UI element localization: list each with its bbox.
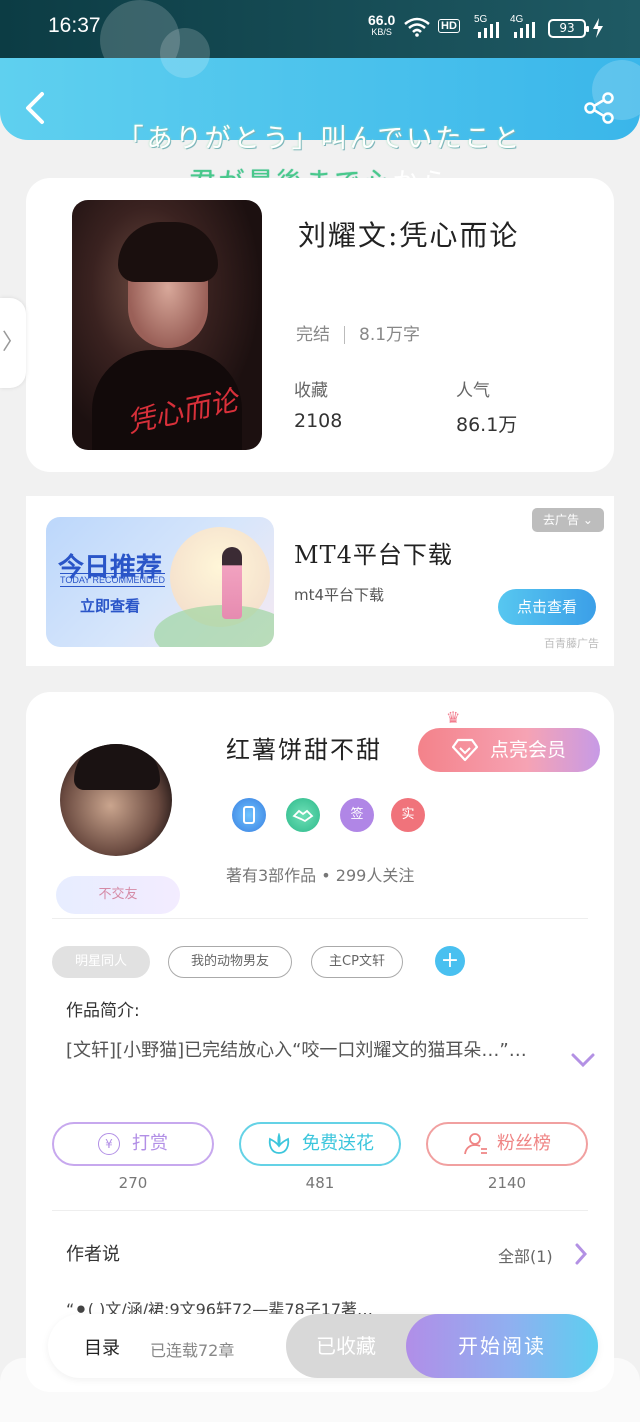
yen-icon: ¥ <box>98 1133 120 1155</box>
reward-count: 270 <box>118 1174 148 1192</box>
ad-title: MT4平台下载 <box>294 541 453 569</box>
book-status: 完结 <box>296 325 330 345</box>
ad-description: mt4平台下载 <box>294 586 385 604</box>
vip-button-label: 点亮会员 <box>490 739 567 761</box>
divider <box>52 1210 588 1211</box>
user-icon <box>464 1133 487 1155</box>
book-word-count: 8.1万字 <box>359 325 421 345</box>
ad-source-label: 百青藤广告 <box>544 637 599 650</box>
chevron-down-icon[interactable] <box>570 1050 596 1070</box>
author-avatar[interactable] <box>60 744 172 856</box>
battery-level: 93 <box>559 21 575 35</box>
ad-view-button[interactable]: 点击查看 <box>498 589 596 625</box>
lyric-overlay-line1: 「ありがとう」叫んでいたこと <box>117 124 523 154</box>
table-of-contents-button[interactable]: 目录 <box>84 1334 120 1360</box>
status-bar: 16:37 66.0 KB/S HD 5G 4G 93 <box>0 0 640 80</box>
add-tag-button[interactable]: + <box>435 946 465 976</box>
phone-badge-icon[interactable] <box>232 798 266 832</box>
network-speed: 66.0 KB/S <box>368 12 396 37</box>
book-status-line: 完结 8.1万字 <box>296 320 420 345</box>
popularity-count: 86.1万 <box>456 414 518 436</box>
vip-button[interactable]: 点亮会员 <box>418 728 600 772</box>
divider <box>52 918 588 919</box>
author-stats: 著有3部作品 • 299人关注 <box>226 866 415 885</box>
reward-button[interactable]: ¥ 打赏 <box>52 1122 214 1166</box>
signal-icon <box>514 22 535 38</box>
status-time: 16:37 <box>48 14 101 37</box>
tag-animal-boyfriend[interactable]: 我的动物男友 <box>168 946 292 978</box>
intro-text: [文轩][小野猫]已完结放心入“咬一口刘耀文的猫耳朵…”… <box>66 1040 527 1061</box>
verified-badge[interactable]: 实 <box>391 798 425 832</box>
send-flower-button[interactable]: 免费送花 <box>239 1122 401 1166</box>
ad-image-figure <box>222 547 242 619</box>
handshake-badge-icon[interactable] <box>286 798 320 832</box>
signed-badge[interactable]: 签 <box>340 798 374 832</box>
decorative-bubble <box>160 28 210 78</box>
author-notes-label: 作者说 <box>66 1244 120 1265</box>
fans-ranking-button[interactable]: 粉丝榜 <box>426 1122 588 1166</box>
fans-count: 2140 <box>487 1174 527 1192</box>
crown-icon: ♛ <box>446 708 461 727</box>
flower-icon <box>268 1132 290 1154</box>
collect-count: 2108 <box>294 410 343 432</box>
hd-icon: HD <box>438 19 460 33</box>
cover-figure-hair <box>118 222 218 282</box>
intro-label: 作品简介: <box>66 1001 140 1021</box>
chevron-right-icon[interactable] <box>574 1242 588 1266</box>
book-title: 刘耀文:凭心而论 <box>298 219 520 252</box>
wifi-icon <box>404 17 430 37</box>
avatar-hair <box>74 744 160 790</box>
diamond-icon <box>452 738 478 762</box>
tag-main-cp[interactable]: 主CP文轩 <box>311 946 403 978</box>
ad-image-hill <box>154 605 274 647</box>
tag-celebrity-fanfic[interactable]: 明星同人 <box>52 946 150 978</box>
start-reading-button[interactable]: 开始阅读 <box>406 1314 598 1378</box>
book-cover[interactable]: 凭心而论 <box>72 200 262 450</box>
charging-icon <box>593 18 603 38</box>
battery-icon: 93 <box>548 19 589 38</box>
remove-ad-button[interactable]: 去广告 ⌄ <box>532 508 604 532</box>
author-name[interactable]: 红薯饼甜不甜 <box>226 730 382 765</box>
ad-image[interactable]: 今日推荐 TODAY RECOMMENDED 立即查看 <box>46 517 274 647</box>
friend-status-tag: 不交友 <box>56 876 180 914</box>
ad-image-cta: 立即查看 <box>80 598 141 615</box>
collect-label: 收藏 <box>294 381 328 401</box>
ad-image-subtitle: TODAY RECOMMENDED <box>60 573 166 587</box>
signal-icon <box>478 22 499 38</box>
popularity-label: 人气 <box>456 381 490 401</box>
flower-count: 481 <box>305 1174 335 1192</box>
side-drawer-handle[interactable]: 〉 <box>0 298 26 388</box>
chapter-count[interactable]: 已连载72章 <box>150 1337 234 1361</box>
view-all-notes-link[interactable]: 全部(1) <box>498 1243 553 1267</box>
